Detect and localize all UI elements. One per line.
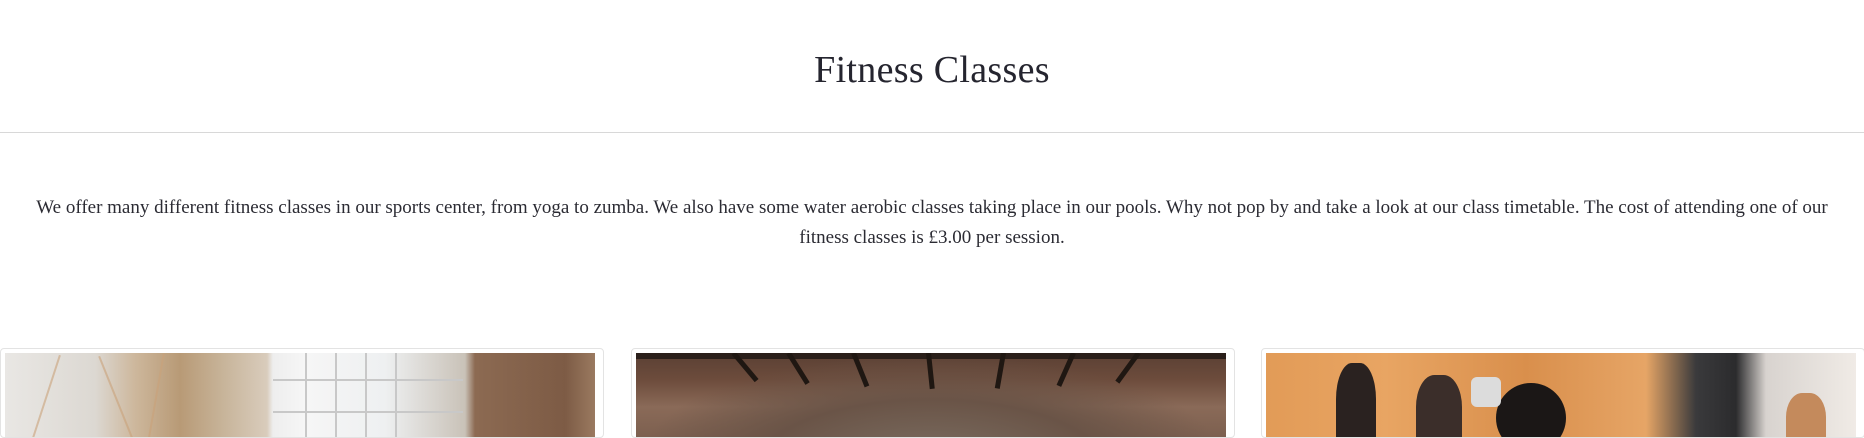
page-header: Fitness Classes (0, 0, 1864, 133)
class-card-zumba[interactable] (1261, 348, 1864, 438)
zumba-class-photo (1266, 353, 1856, 437)
page-title: Fitness Classes (814, 49, 1050, 91)
class-card-yoga[interactable] (0, 348, 604, 438)
intro-paragraph: We offer many different fitness classes … (36, 197, 1828, 248)
class-card-brick-hall[interactable] (631, 348, 1235, 438)
yoga-studio-photo (5, 353, 595, 437)
brick-hall-class-photo (636, 353, 1226, 437)
